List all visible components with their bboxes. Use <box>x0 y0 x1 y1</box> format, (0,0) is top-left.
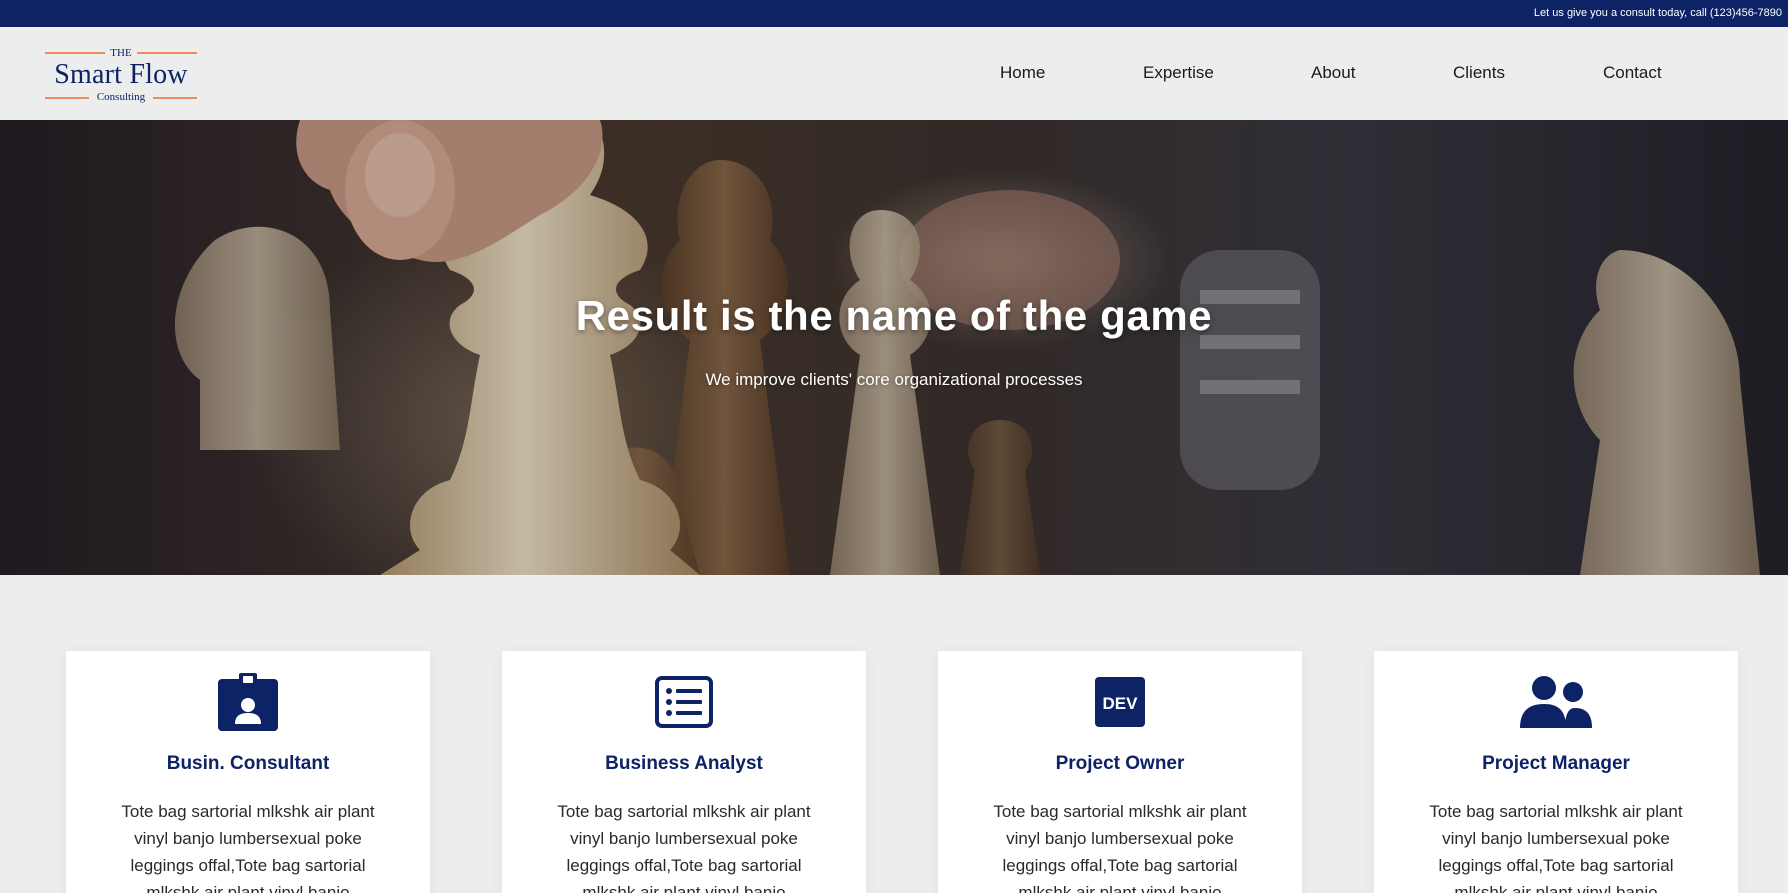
top-contact-bar: Let us give you a consult today, call (1… <box>0 0 1788 27</box>
hero-subtitle: We improve clients' core organizational … <box>705 370 1083 389</box>
card-title: Project Manager <box>1482 753 1630 774</box>
card-icon-wrap <box>1374 673 1738 731</box>
card-text: Tote bag sartorial mlkshk air plant viny… <box>1429 802 1683 893</box>
card-title: Project Owner <box>1055 753 1185 774</box>
list-alt-icon <box>655 676 713 728</box>
card-title: Business Analyst <box>605 753 763 774</box>
nav-home-link[interactable]: Home <box>1000 63 1045 83</box>
id-badge-icon <box>218 673 278 731</box>
logo-sub-text: Consulting <box>96 91 146 103</box>
hero-banner: Result is the name of the game We improv… <box>0 120 1788 575</box>
card-text: Tote bag sartorial mlkshk air plant viny… <box>121 802 375 893</box>
hero-dark-overlay <box>0 120 1788 575</box>
logo-name-text: Smart Flow <box>54 59 188 90</box>
site-logo[interactable]: THE Smart Flow Consulting <box>45 46 197 104</box>
svg-text:DEV: DEV <box>1103 694 1139 713</box>
logo-the-text: THE <box>110 47 132 59</box>
card-text: Tote bag sartorial mlkshk air plant viny… <box>557 802 811 893</box>
card-icon-wrap: DEV <box>938 673 1302 731</box>
card-icon-wrap <box>502 673 866 731</box>
nav-clients-link[interactable]: Clients <box>1453 63 1505 83</box>
dev-icon: DEV <box>1095 677 1145 727</box>
nav-about-link[interactable]: About <box>1311 63 1355 83</box>
card-text: Tote bag sartorial mlkshk air plant viny… <box>993 802 1247 893</box>
service-card: Project Manager Tote bag sartorial mlksh… <box>1374 651 1738 893</box>
card-title: Busin. Consultant <box>166 753 330 774</box>
consult-phone-text: Let us give you a consult today, call (1… <box>1533 7 1782 19</box>
nav-expertise-link[interactable]: Expertise <box>1143 63 1214 83</box>
service-card: DEV Project Owner Tote bag sartorial mlk… <box>938 651 1302 893</box>
card-icon-wrap <box>66 673 430 731</box>
hero-title: Result is the name of the game <box>575 292 1213 339</box>
service-card: Business Analyst Tote bag sartorial mlks… <box>502 651 866 893</box>
users-icon <box>1520 676 1592 728</box>
nav-contact-link[interactable]: Contact <box>1603 63 1662 83</box>
site-header: THE Smart Flow Consulting Home Expertise… <box>0 27 1788 120</box>
service-card: Busin. Consultant Tote bag sartorial mlk… <box>66 651 430 893</box>
